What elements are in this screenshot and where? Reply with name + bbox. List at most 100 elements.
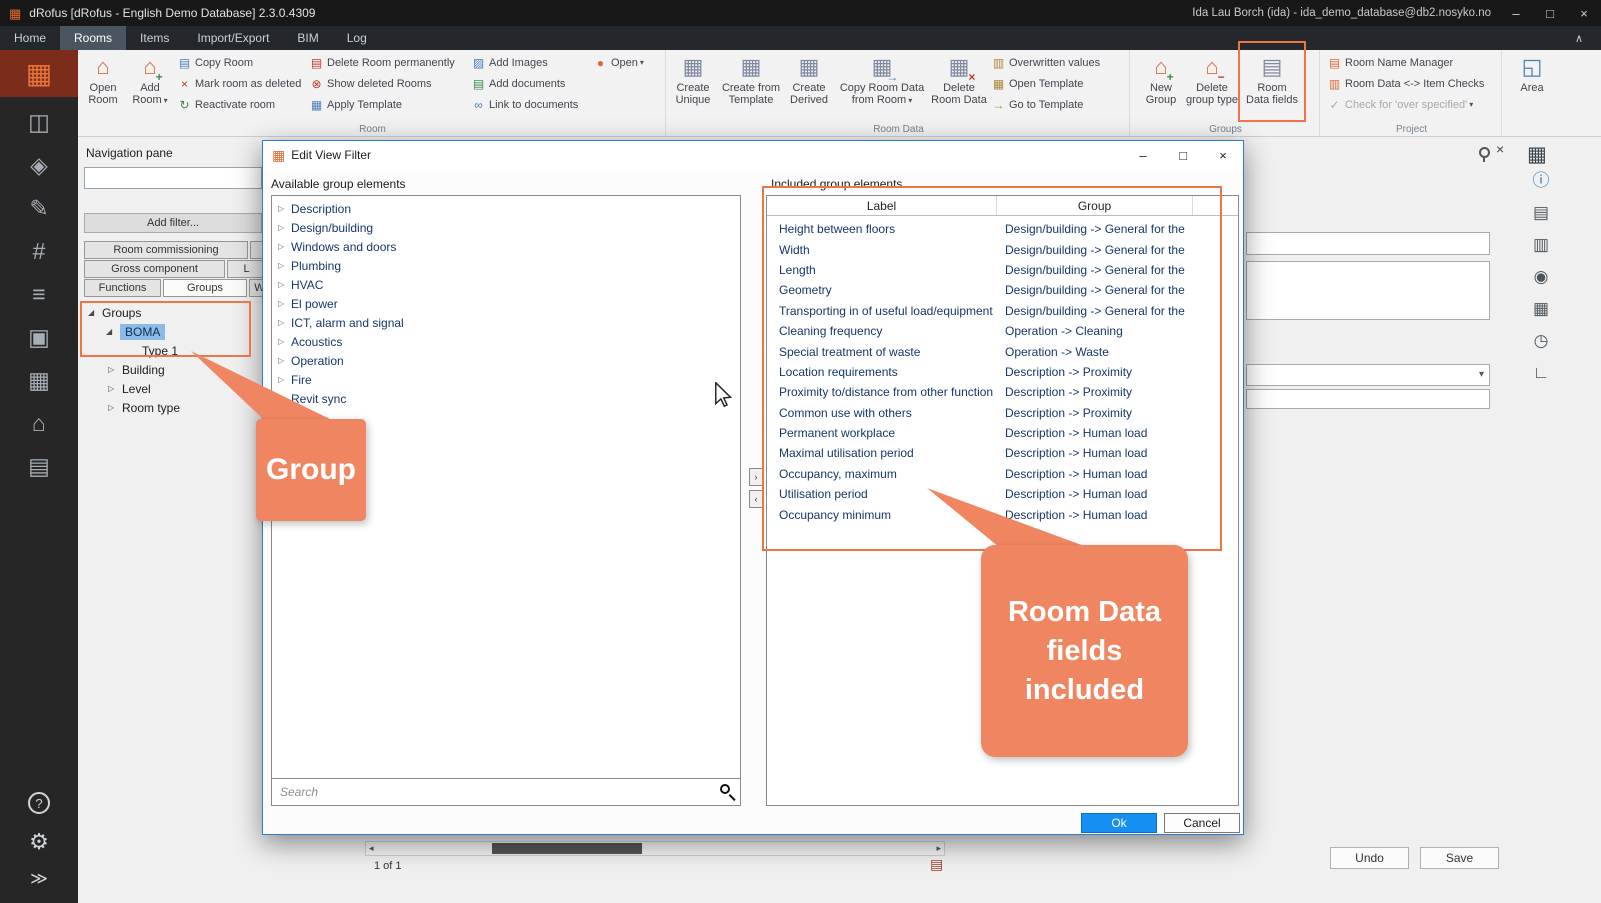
tab-import-export[interactable]: Import/Export [183, 26, 283, 50]
tree-collapsed-icon[interactable]: ▷ [278, 242, 291, 251]
files-icon[interactable]: ▦ [1533, 300, 1549, 317]
available-group-element[interactable]: ▷ ICT, alarm and signal [272, 313, 740, 332]
included-element-row[interactable]: Occupancy minimum Description -> Human l… [767, 504, 1238, 524]
mark-room-deleted-button[interactable]: ×Mark room as deleted [174, 73, 306, 94]
available-group-element[interactable]: ▷ Windows and doors [272, 237, 740, 256]
area-button[interactable]: ◱ Area [1504, 52, 1560, 94]
measure-icon[interactable]: ∟ [1533, 364, 1550, 381]
open-menu-button[interactable]: ●Open▾ [590, 52, 654, 73]
collapse-ribbon-icon[interactable]: ∧ [1575, 26, 1583, 50]
close-button[interactable]: × [1567, 0, 1601, 26]
scroll-right-icon[interactable]: ▸ [936, 843, 941, 854]
settings-gear-icon[interactable]: ⚙ [29, 831, 49, 853]
filter-tab-gross-component[interactable]: Gross component [84, 260, 225, 278]
tree-collapsed-icon[interactable]: ▷ [278, 375, 291, 384]
tab-rooms[interactable]: Rooms [60, 26, 126, 50]
undo-button[interactable]: Undo [1330, 847, 1409, 869]
add-filter-button[interactable]: Add filter... [84, 213, 262, 233]
column-header-group[interactable]: Group [997, 196, 1193, 215]
included-element-row[interactable]: Permanent workplace Description -> Human… [767, 423, 1238, 443]
room-data-item-checks-button[interactable]: ▥Room Data <-> Item Checks [1324, 73, 1500, 94]
available-group-element[interactable]: ▷ Operation [272, 351, 740, 370]
print-icon[interactable]: ▥ [1533, 236, 1549, 253]
available-group-element[interactable]: ▷ Plumbing [272, 256, 740, 275]
scroll-left-icon[interactable]: ◂ [369, 843, 374, 854]
included-element-row[interactable]: Geometry Design/building -> General for … [767, 280, 1238, 300]
attachments-module-icon[interactable]: # [33, 240, 46, 263]
available-group-element[interactable]: ▷ Design/building [272, 218, 740, 237]
open-template-button[interactable]: ▦Open Template [988, 73, 1116, 94]
move-right-button[interactable]: › [749, 468, 763, 486]
close-panel-icon[interactable]: × [1496, 141, 1504, 157]
room-data-fields-button[interactable]: ▤ Room Data fields [1240, 52, 1304, 106]
history-icon[interactable]: ◷ [1534, 332, 1549, 349]
delete-room-permanently-button[interactable]: ▤Delete Room permanently [306, 52, 468, 73]
included-element-row[interactable]: Maximal utilisation period Description -… [767, 443, 1238, 463]
add-documents-button[interactable]: ▤Add documents [468, 73, 590, 94]
maximize-button[interactable]: □ [1533, 0, 1567, 26]
properties-dropdown[interactable]: ▾ [1246, 364, 1490, 386]
included-element-row[interactable]: Location requirements Description -> Pro… [767, 362, 1238, 382]
filter-tab-groups[interactable]: Groups [163, 279, 247, 297]
tree-collapsed-icon[interactable]: ▷ [278, 261, 291, 270]
dialog-maximize-button[interactable]: □ [1163, 141, 1203, 169]
check-over-specified-button[interactable]: ✓Check for 'over specified'▾ [1324, 94, 1500, 115]
tab-items[interactable]: Items [126, 26, 183, 50]
delete-room-data-button[interactable]: ▦× Delete Room Data [930, 52, 988, 106]
bim-module-icon[interactable]: ⌂ [32, 412, 46, 435]
properties-textarea[interactable] [1246, 261, 1490, 320]
included-element-row[interactable]: Height between floors Design/building ->… [767, 219, 1238, 239]
minimize-button[interactable]: – [1499, 0, 1533, 26]
rooms-module-icon[interactable]: ◫ [28, 111, 50, 134]
logistics-module-icon[interactable]: ▣ [28, 326, 50, 349]
copy-room-data-button[interactable]: ▦→ Copy Room Data from Room▾ [834, 52, 930, 107]
help-icon[interactable]: ? [28, 792, 50, 814]
tree-collapsed-icon[interactable]: ▷ [278, 204, 291, 213]
tree-collapsed-icon[interactable]: ▷ [278, 280, 291, 289]
page-fit-icon[interactable]: ▤ [930, 856, 943, 873]
tab-home[interactable]: Home [0, 26, 60, 50]
items-module-icon[interactable]: ◈ [30, 154, 48, 177]
edit-module-icon[interactable]: ✎ [29, 197, 48, 220]
add-images-button[interactable]: ▨Add Images [468, 52, 590, 73]
room-name-manager-button[interactable]: ▤Room Name Manager [1324, 52, 1500, 73]
included-element-row[interactable]: Common use with others Description -> Pr… [767, 403, 1238, 423]
create-unique-button[interactable]: ▦ Create Unique [668, 52, 718, 106]
structure-module-icon[interactable]: ▦ [28, 369, 50, 392]
camera-icon[interactable]: ◉ [1534, 268, 1549, 285]
navigation-search-input[interactable] [84, 167, 262, 189]
apply-template-button[interactable]: ▦Apply Template [306, 94, 468, 115]
pin-panel-icon[interactable] [1478, 146, 1490, 162]
reports-module-icon[interactable]: ▤ [28, 455, 50, 478]
go-to-template-button[interactable]: →Go to Template [988, 94, 1116, 115]
open-room-button[interactable]: ⌂ Open Room [80, 52, 126, 106]
cancel-button[interactable]: Cancel [1164, 813, 1240, 833]
tree-collapsed-icon[interactable]: ▷ [278, 299, 291, 308]
tree-expanded-icon[interactable]: ◢ [88, 308, 102, 317]
tab-bim[interactable]: BIM [283, 26, 332, 50]
tree-expanded-icon[interactable]: ◢ [106, 327, 120, 336]
delete-group-type-button[interactable]: ⌂− Delete group type [1184, 52, 1240, 106]
available-group-element[interactable]: ▷ Acoustics [272, 332, 740, 351]
tree-collapsed-icon[interactable]: ▷ [108, 384, 122, 393]
new-group-button[interactable]: ⌂+ New Group [1138, 52, 1184, 106]
filter-tab-partial-2[interactable]: L [227, 260, 266, 278]
pages-icon[interactable]: ▤ [1533, 204, 1549, 221]
tree-collapsed-icon[interactable]: ▷ [278, 223, 291, 232]
tree-collapsed-icon[interactable]: ▷ [278, 356, 291, 365]
overwritten-values-button[interactable]: ▥Overwritten values [988, 52, 1116, 73]
available-group-element[interactable]: ▷ Description [272, 199, 740, 218]
info-icon[interactable]: ⓘ [1533, 172, 1550, 189]
included-element-row[interactable]: Transporting in of useful load/equipment… [767, 301, 1238, 321]
dialog-close-button[interactable]: × [1203, 141, 1243, 169]
tree-collapsed-icon[interactable]: ▷ [108, 403, 122, 412]
scrollbar-thumb[interactable] [492, 843, 642, 854]
dialog-minimize-button[interactable]: – [1123, 141, 1163, 169]
properties-field[interactable] [1246, 232, 1490, 255]
filter-tab-room-commissioning[interactable]: Room commissioning [84, 241, 248, 259]
tree-collapsed-icon[interactable]: ▷ [278, 318, 291, 327]
add-room-button[interactable]: ⌂+ Add Room▾ [126, 52, 174, 107]
element-search-input[interactable] [272, 779, 708, 805]
move-left-button[interactable]: ‹ [749, 490, 763, 508]
column-header-label[interactable]: Label [767, 196, 997, 215]
